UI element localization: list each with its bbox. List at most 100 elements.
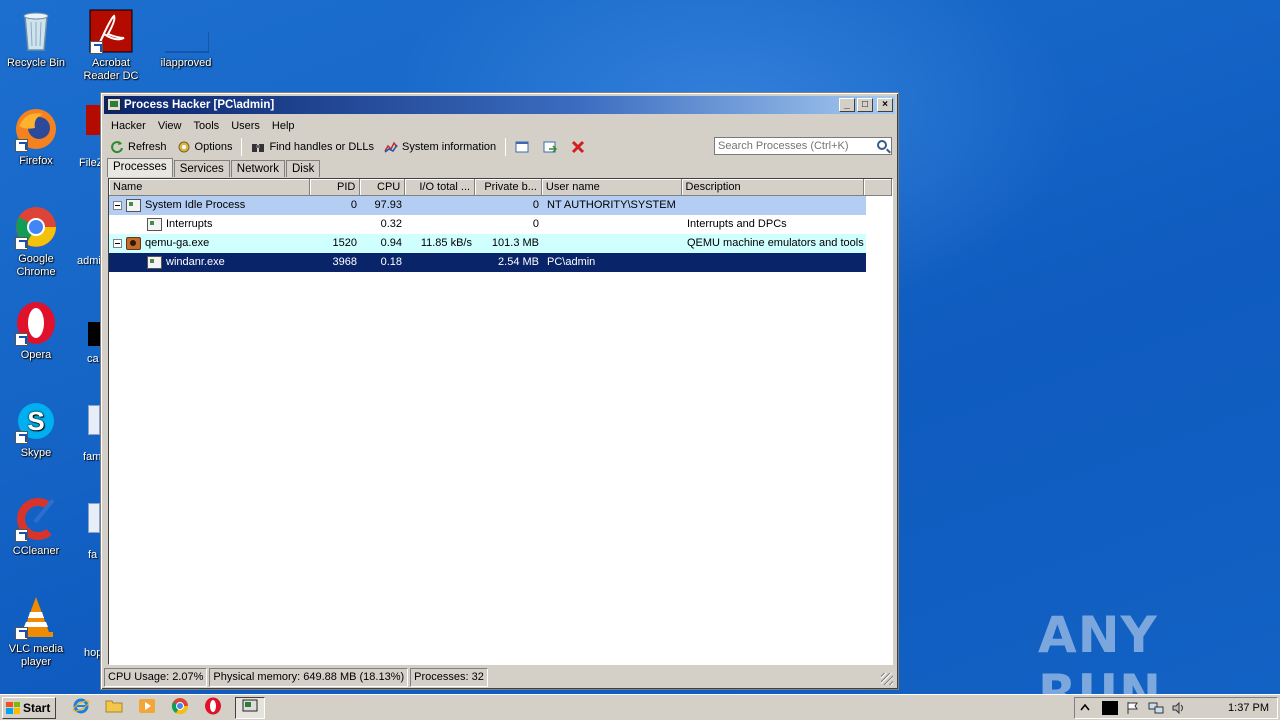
menu-hacker[interactable]: Hacker: [105, 117, 152, 135]
process-cpu: 0.32: [380, 218, 402, 230]
show-hidden-icons-icon[interactable]: [1079, 701, 1095, 715]
binoculars-icon: [251, 140, 265, 154]
show-window-button[interactable]: [510, 137, 538, 157]
status-processes: Processes: 32: [410, 668, 488, 687]
process-private-bytes: 0: [532, 218, 539, 230]
clock[interactable]: 1:37 PM: [1228, 702, 1269, 714]
column-user-name[interactable]: User name: [542, 179, 682, 195]
desktop-icon-opera[interactable]: Opera: [1, 300, 71, 362]
network-icon[interactable]: [1148, 701, 1164, 715]
options-button[interactable]: Options: [172, 137, 238, 157]
red-x-icon: [571, 140, 585, 154]
window-arrow-icon: [543, 140, 558, 154]
desktop-icon-acrobat-reader[interactable]: Acrobat Reader DC: [76, 8, 146, 83]
taskbar-internet-explorer[interactable]: [70, 697, 92, 719]
refresh-button[interactable]: Refresh: [105, 137, 172, 157]
desktop-icon-ccleaner[interactable]: CCleaner: [1, 496, 71, 558]
desktop-icon-fa[interactable]: fa: [88, 549, 97, 561]
process-window-icon: [147, 218, 162, 231]
collapse-toggle-icon[interactable]: [113, 239, 122, 248]
menu-tools[interactable]: Tools: [188, 117, 226, 135]
taskbar-process-hacker[interactable]: [235, 696, 265, 719]
action-center-flag-icon[interactable]: [1125, 701, 1141, 715]
tab-network[interactable]: Network: [230, 160, 285, 177]
taskbar-opera[interactable]: [202, 697, 224, 719]
process-row-system-idle[interactable]: System Idle Process 0 97.93 0 NT AUTHORI…: [109, 196, 866, 215]
system-graph-icon: [384, 140, 398, 154]
process-io: [406, 215, 476, 234]
column-description[interactable]: Description: [682, 179, 865, 195]
process-name-cell: windanr.exe: [109, 253, 311, 272]
column-cpu[interactable]: CPU: [360, 179, 406, 195]
tab-services[interactable]: Services: [173, 160, 230, 177]
process-pid: 1520: [332, 237, 357, 249]
find-window-button[interactable]: [538, 137, 566, 157]
column-name[interactable]: Name: [109, 179, 311, 195]
menu-view[interactable]: View: [152, 117, 188, 135]
column-private-bytes[interactable]: Private b...: [475, 179, 542, 195]
toolbar: Refresh Options Find handles or DLLs Sys…: [105, 136, 894, 158]
shortcut-arrow-icon: [15, 431, 28, 444]
system-information-button[interactable]: System information: [379, 137, 501, 157]
window-icon: [515, 140, 529, 154]
terminate-process-button[interactable]: [566, 137, 594, 157]
column-pid[interactable]: PID: [310, 179, 361, 195]
desktop-icon-label: Firefox: [19, 155, 53, 167]
search-processes-input[interactable]: [718, 140, 868, 152]
process-row-interrupts[interactable]: Interrupts 0.32 0 Interrupts and DPCs: [109, 215, 866, 234]
blank-file-icon: [163, 8, 210, 54]
process-description: [683, 253, 866, 272]
maximize-button[interactable]: □: [857, 98, 873, 112]
desktop-icon-admi[interactable]: admi: [77, 255, 101, 267]
search-processes-box[interactable]: [714, 137, 892, 155]
taskbar-chrome[interactable]: [169, 697, 191, 719]
taskbar-media-player[interactable]: [136, 697, 158, 719]
refresh-label: Refresh: [128, 141, 167, 153]
process-window-icon: [147, 256, 162, 269]
toolbar-separator: [505, 138, 507, 156]
column-io-total[interactable]: I/O total ...: [405, 179, 476, 195]
desktop-icon-fam[interactable]: fam: [83, 451, 101, 463]
process-list[interactable]: Name PID CPU I/O total ... Private b... …: [108, 178, 893, 665]
process-row-qemu-ga[interactable]: qemu-ga.exe 1520 0.94 11.85 kB/s 101.3 M…: [109, 234, 866, 253]
collapse-toggle-icon[interactable]: [113, 201, 122, 210]
process-io: [406, 196, 476, 215]
desktop-icon-vlc[interactable]: VLC media player: [1, 594, 71, 669]
process-private-bytes: 2.54 MB: [498, 256, 539, 268]
taskbar-file-explorer[interactable]: [103, 697, 125, 719]
process-pid: 0: [350, 199, 357, 211]
system-information-label: System information: [402, 141, 497, 153]
shortcut-arrow-icon: [90, 41, 103, 54]
tab-processes[interactable]: Processes: [107, 158, 173, 177]
desktop-icon-skype[interactable]: S Skype: [1, 398, 71, 460]
desktop-icon-ca[interactable]: ca: [87, 353, 99, 365]
tab-disk[interactable]: Disk: [285, 160, 321, 177]
desktop-icon-label: Acrobat Reader DC: [83, 57, 139, 82]
document-icon: [88, 405, 100, 435]
search-icon[interactable]: [877, 140, 887, 150]
process-hacker-app-icon: [107, 98, 121, 111]
desktop-icon-recycle-bin[interactable]: Recycle Bin: [1, 8, 71, 70]
desktop-icon-google-chrome[interactable]: Google Chrome: [1, 204, 71, 279]
process-row-windanr[interactable]: windanr.exe 3968 0.18 2.54 MB PC\admin: [109, 253, 866, 272]
firefox-icon: [13, 106, 59, 152]
status-cpu-usage: CPU Usage: 2.07%: [104, 668, 208, 687]
desktop-icon-firefox[interactable]: Firefox: [1, 106, 71, 168]
process-cpu: 0.18: [380, 256, 402, 268]
minimize-button[interactable]: _: [839, 98, 855, 112]
resize-grip[interactable]: [881, 673, 893, 685]
folder-icon: [105, 697, 123, 718]
menu-users[interactable]: Users: [225, 117, 266, 135]
volume-icon[interactable]: [1171, 701, 1187, 715]
process-list-header: Name PID CPU I/O total ... Private b... …: [109, 179, 893, 196]
start-button[interactable]: Start: [2, 696, 56, 719]
find-handles-button[interactable]: Find handles or DLLs: [246, 137, 379, 157]
column-filler: [864, 179, 893, 195]
desktop-icon-ilapproved[interactable]: ilapproved: [151, 8, 221, 70]
window-titlebar[interactable]: Process Hacker [PC\admin] _ □ ×: [104, 96, 895, 114]
process-hacker-window[interactable]: Process Hacker [PC\admin] _ □ × Hacker V…: [100, 92, 899, 690]
process-name: Interrupts: [166, 218, 213, 230]
close-button[interactable]: ×: [877, 98, 893, 112]
black-square-icon[interactable]: [1102, 701, 1118, 715]
menu-help[interactable]: Help: [266, 117, 301, 135]
